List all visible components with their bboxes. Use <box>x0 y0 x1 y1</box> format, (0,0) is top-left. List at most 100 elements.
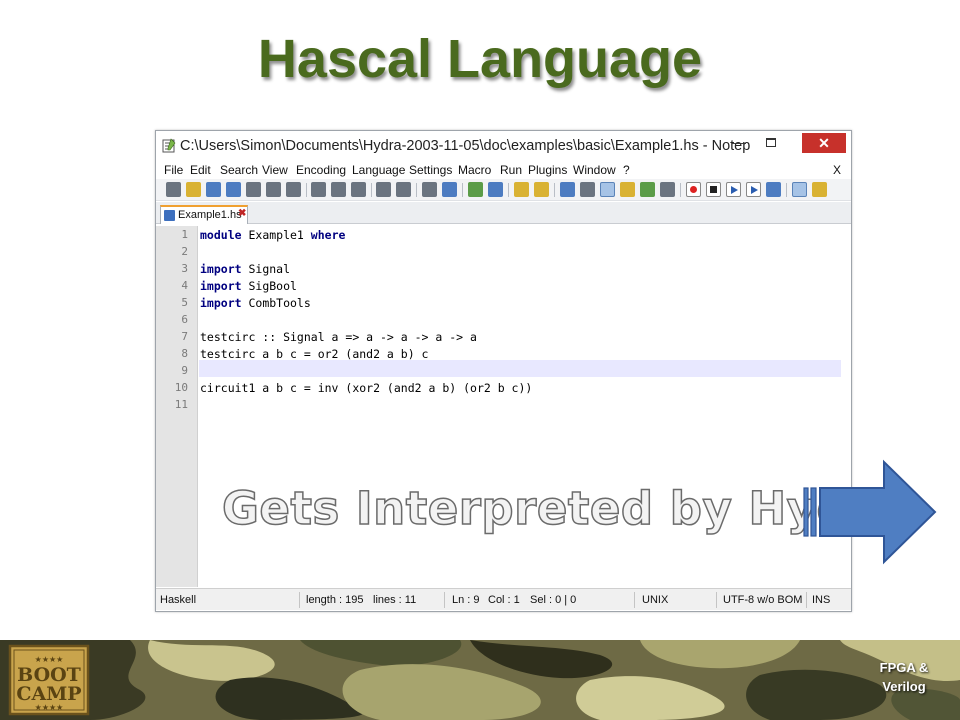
record-macro-icon[interactable] <box>686 182 701 197</box>
zoom-in-icon[interactable] <box>468 182 483 197</box>
code-line[interactable]: import Signal <box>200 262 290 276</box>
save-icon[interactable] <box>206 182 221 197</box>
footer-caption-line2: Verilog <box>882 679 926 694</box>
tab-label: Example1.hs <box>178 209 242 221</box>
menu-search[interactable]: Search <box>220 163 258 177</box>
status-col: Col : 1 <box>488 594 520 606</box>
status-separator <box>806 592 807 608</box>
menu-settings[interactable]: Settings <box>409 163 452 177</box>
find-icon[interactable] <box>422 182 437 197</box>
indent-guide-icon[interactable] <box>600 182 615 197</box>
status-separator <box>716 592 717 608</box>
line-number: 6 <box>181 313 188 326</box>
toolbar-separator <box>786 183 787 197</box>
window-titlebar[interactable]: C:\Users\Simon\Documents\Hydra-2003-11-0… <box>156 131 851 161</box>
toolbar-separator <box>554 183 555 197</box>
minimize-button[interactable]: — <box>724 133 754 155</box>
close-button[interactable]: ✕ <box>802 133 846 153</box>
word-wrap-icon[interactable] <box>560 182 575 197</box>
maximize-icon <box>766 138 776 147</box>
code-line[interactable]: testcirc :: Signal a => a -> a -> a -> a <box>200 330 477 344</box>
current-line-highlight <box>199 360 841 377</box>
status-encoding: UTF-8 w/o BOM <box>723 594 803 606</box>
toolbar <box>156 179 851 201</box>
sync-horizontal-icon[interactable] <box>534 182 549 197</box>
line-number: 3 <box>181 262 188 275</box>
code-text: Example1 <box>241 228 311 242</box>
doc-map-icon[interactable] <box>640 182 655 197</box>
copy-icon[interactable] <box>331 182 346 197</box>
status-sel: Sel : 0 | 0 <box>530 594 577 606</box>
run-macro-multiple-icon[interactable] <box>746 182 761 197</box>
print-icon[interactable] <box>286 182 301 197</box>
spell-check-icon[interactable] <box>792 182 807 197</box>
undo-icon[interactable] <box>376 182 391 197</box>
notepad-window[interactable]: C:\Users\Simon\Documents\Hydra-2003-11-0… <box>155 130 852 612</box>
code-line[interactable]: testcirc a b c = or2 (and2 a b) c <box>200 347 428 361</box>
code-text: circuit1 a b c = inv (xor2 (and2 a b) (o… <box>200 381 533 395</box>
toolbar-separator <box>416 183 417 197</box>
menu-plugins[interactable]: Plugins <box>528 163 567 177</box>
close-all-icon[interactable] <box>266 182 281 197</box>
show-all-characters-icon[interactable] <box>580 182 595 197</box>
menu-window[interactable]: Window <box>573 163 616 177</box>
code-keyword: module <box>200 228 242 242</box>
maximize-button[interactable] <box>756 133 786 155</box>
function-list-icon[interactable] <box>660 182 675 197</box>
status-bar: Haskell length : 195 lines : 11 Ln : 9 C… <box>156 588 851 610</box>
code-text: testcirc :: Signal a => a -> a -> a -> a <box>200 330 477 344</box>
zoom-out-icon[interactable] <box>488 182 503 197</box>
status-separator <box>634 592 635 608</box>
replace-icon[interactable] <box>442 182 457 197</box>
status-length: length : 195 <box>306 594 364 606</box>
close-file-icon[interactable] <box>246 182 261 197</box>
tab-bar: Example1.hs ✖ <box>156 202 851 224</box>
menu-macro[interactable]: Macro <box>458 163 491 177</box>
redo-icon[interactable] <box>396 182 411 197</box>
footer-caption: FPGA & Verilog <box>866 658 942 696</box>
new-file-icon[interactable] <box>166 182 181 197</box>
code-text: testcirc a b c = or2 (and2 a b) c <box>200 347 429 361</box>
line-number: 4 <box>181 279 188 292</box>
menu-encoding[interactable]: Encoding <box>296 163 346 177</box>
line-number: 11 <box>174 398 188 411</box>
line-number: 2 <box>181 245 188 258</box>
code-line[interactable]: module Example1 where <box>200 228 345 242</box>
code-line[interactable]: import SigBool <box>200 279 297 293</box>
line-number: 1 <box>181 228 188 241</box>
menu-file[interactable]: File <box>164 163 183 177</box>
status-mode: INS <box>812 594 831 606</box>
play-macro-icon[interactable] <box>726 182 741 197</box>
code-line[interactable]: circuit1 a b c = inv (xor2 (and2 a b) (o… <box>200 381 532 395</box>
menu-edit[interactable]: Edit <box>190 163 211 177</box>
line-number: 5 <box>181 296 188 309</box>
bootcamp-logo: ★★★★ BOOT CAMP ★★★★ <box>8 644 90 716</box>
close-icon[interactable]: ✖ <box>238 208 246 219</box>
menu-help[interactable]: ? <box>623 163 630 177</box>
status-separator <box>444 592 445 608</box>
menu-view[interactable]: View <box>262 163 288 177</box>
menu-bar: File Edit Search View Encoding Language … <box>156 161 851 179</box>
cut-icon[interactable] <box>311 182 326 197</box>
sync-vertical-icon[interactable] <box>514 182 529 197</box>
code-keyword: import <box>200 262 242 276</box>
tab-example1[interactable]: Example1.hs ✖ <box>160 205 248 224</box>
plugin-icon[interactable] <box>812 182 827 197</box>
slide-title: Hascal Language <box>257 29 703 89</box>
code-line[interactable]: import CombTools <box>200 296 311 310</box>
paste-icon[interactable] <box>351 182 366 197</box>
line-number-gutter: 1 2 3 4 5 6 7 8 9 10 11 <box>156 226 198 587</box>
notepad-plus-plus-icon <box>162 138 176 153</box>
menu-run[interactable]: Run <box>500 163 522 177</box>
save-icon <box>164 210 175 221</box>
stop-recording-icon[interactable] <box>706 182 721 197</box>
line-number: 9 <box>181 364 188 377</box>
document-close-button[interactable]: X <box>833 163 841 177</box>
open-file-icon[interactable] <box>186 182 201 197</box>
udl-icon[interactable] <box>620 182 635 197</box>
status-ln: Ln : 9 <box>452 594 480 606</box>
status-separator <box>299 592 300 608</box>
save-all-icon[interactable] <box>226 182 241 197</box>
menu-language[interactable]: Language <box>352 163 405 177</box>
save-macro-icon[interactable] <box>766 182 781 197</box>
